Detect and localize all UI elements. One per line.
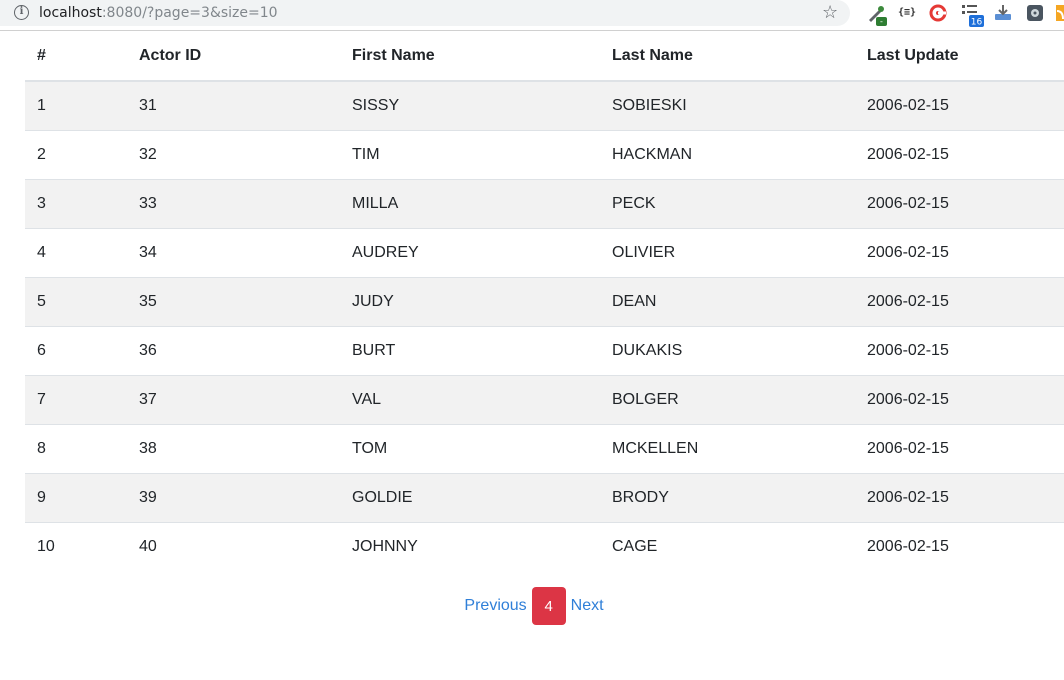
puzzle-extension-icon[interactable] <box>1025 3 1045 23</box>
json-extension-icon[interactable]: {≡} <box>897 3 917 23</box>
table-row: 10 40 JOHNNY CAGE 2006-02-15 <box>25 521 1064 571</box>
rss-extension-icon[interactable] <box>1056 3 1064 23</box>
cell-first-name: JOHNNY <box>340 521 600 571</box>
table-row: 6 36 BURT DUKAKIS 2006-02-15 <box>25 325 1064 375</box>
cell-last-name: PECK <box>600 178 855 228</box>
table-body: 1 31 SISSY SOBIESKI 2006-02-15 2 32 TIM HACKMAN 2… <box>25 81 1064 571</box>
column-header-last-name: Last Name <box>600 31 855 82</box>
cell-last-name: BOLGER <box>600 374 855 424</box>
cell-last-name: CAGE <box>600 521 855 571</box>
checklist-extension-icon[interactable]: 16 <box>961 3 984 28</box>
cell-first-name: JUDY <box>340 276 600 326</box>
cell-last-name: MCKELLEN <box>600 423 855 473</box>
actors-table: # Actor ID First Name Last Name Last Upd… <box>25 31 1064 571</box>
cell-first-name: AUDREY <box>340 227 600 277</box>
cell-actor-id: 37 <box>127 374 340 424</box>
cell-actor-id: 34 <box>127 227 340 277</box>
cell-first-name: TIM <box>340 129 600 179</box>
cell-index: 2 <box>25 129 127 179</box>
current-page-button[interactable]: 4 <box>531 587 566 625</box>
cell-last-update: 2006-02-15 <box>855 472 1064 522</box>
cell-last-update: 2006-02-15 <box>855 276 1064 326</box>
cell-last-name: HACKMAN <box>600 129 855 179</box>
cell-actor-id: 36 <box>127 325 340 375</box>
cell-index: 6 <box>25 325 127 375</box>
table-row: 2 32 TIM HACKMAN 2006-02-15 <box>25 129 1064 179</box>
cell-first-name: MILLA <box>340 178 600 228</box>
table-row: 1 31 SISSY SOBIESKI 2006-02-15 <box>25 81 1064 130</box>
download-extension-icon[interactable] <box>993 3 1013 23</box>
cell-index: 8 <box>25 423 127 473</box>
actors-table-container: # Actor ID First Name Last Name Last Upd… <box>25 31 1064 571</box>
cell-last-update: 2006-02-15 <box>855 81 1064 130</box>
extension-badge-count: 16 <box>971 18 983 28</box>
cell-index: 3 <box>25 178 127 228</box>
cell-last-update: 2006-02-15 <box>855 129 1064 179</box>
cell-index: 4 <box>25 227 127 277</box>
cell-last-update: 2006-02-15 <box>855 374 1064 424</box>
column-header-last-update: Last Update <box>855 31 1064 82</box>
cell-last-update: 2006-02-15 <box>855 178 1064 228</box>
cell-index: 1 <box>25 81 127 130</box>
extension-badge-green: - <box>880 17 883 26</box>
cell-index: 10 <box>25 521 127 571</box>
cell-last-update: 2006-02-15 <box>855 325 1064 375</box>
column-header-first-name: First Name <box>340 31 600 82</box>
pagination: Previous 4 Next <box>0 587 1064 625</box>
star-icon[interactable]: ☆ <box>822 2 838 22</box>
table-row: 5 35 JUDY DEAN 2006-02-15 <box>25 276 1064 326</box>
cell-last-name: DUKAKIS <box>600 325 855 375</box>
cell-first-name: TOM <box>340 423 600 473</box>
info-icon[interactable]: i <box>14 5 29 20</box>
target-extension-icon[interactable] <box>928 3 948 23</box>
url-host: localhost <box>39 5 102 21</box>
pagination-controls: Previous 4 Next <box>460 587 607 625</box>
cell-index: 7 <box>25 374 127 424</box>
cell-actor-id: 35 <box>127 276 340 326</box>
next-page-link[interactable]: Next <box>567 597 608 615</box>
cell-actor-id: 33 <box>127 178 340 228</box>
cell-first-name: BURT <box>340 325 600 375</box>
cell-index: 5 <box>25 276 127 326</box>
cell-first-name: VAL <box>340 374 600 424</box>
cell-last-name: BRODY <box>600 472 855 522</box>
table-row: 9 39 GOLDIE BRODY 2006-02-15 <box>25 472 1064 522</box>
cell-last-update: 2006-02-15 <box>855 521 1064 571</box>
browser-toolbar: i localhost:8080/?page=3&size=10 ☆ - {≡}… <box>0 0 1064 31</box>
cell-last-update: 2006-02-15 <box>855 227 1064 277</box>
table-header-row: # Actor ID First Name Last Name Last Upd… <box>25 31 1064 82</box>
cell-last-name: OLIVIER <box>600 227 855 277</box>
table-row: 4 34 AUDREY OLIVIER 2006-02-15 <box>25 227 1064 277</box>
cell-actor-id: 31 <box>127 81 340 130</box>
cell-actor-id: 40 <box>127 521 340 571</box>
cell-last-name: SOBIESKI <box>600 81 855 130</box>
cell-actor-id: 32 <box>127 129 340 179</box>
cell-actor-id: 39 <box>127 472 340 522</box>
cell-last-update: 2006-02-15 <box>855 423 1064 473</box>
url-path: :8080/?page=3&size=10 <box>101 5 278 21</box>
table-row: 8 38 TOM MCKELLEN 2006-02-15 <box>25 423 1064 473</box>
previous-page-link[interactable]: Previous <box>460 597 530 615</box>
cell-last-name: DEAN <box>600 276 855 326</box>
column-header-actor-id: Actor ID <box>127 31 340 82</box>
cell-first-name: SISSY <box>340 81 600 130</box>
eyedropper-extension-icon[interactable]: - <box>866 3 887 26</box>
column-header-index: # <box>25 31 127 82</box>
table-row: 3 33 MILLA PECK 2006-02-15 <box>25 178 1064 228</box>
address-bar[interactable]: i localhost:8080/?page=3&size=10 ☆ <box>0 0 850 26</box>
table-row: 7 37 VAL BOLGER 2006-02-15 <box>25 374 1064 424</box>
cell-index: 9 <box>25 472 127 522</box>
cell-actor-id: 38 <box>127 423 340 473</box>
url-text[interactable]: localhost:8080/?page=3&size=10 <box>39 4 278 22</box>
cell-first-name: GOLDIE <box>340 472 600 522</box>
